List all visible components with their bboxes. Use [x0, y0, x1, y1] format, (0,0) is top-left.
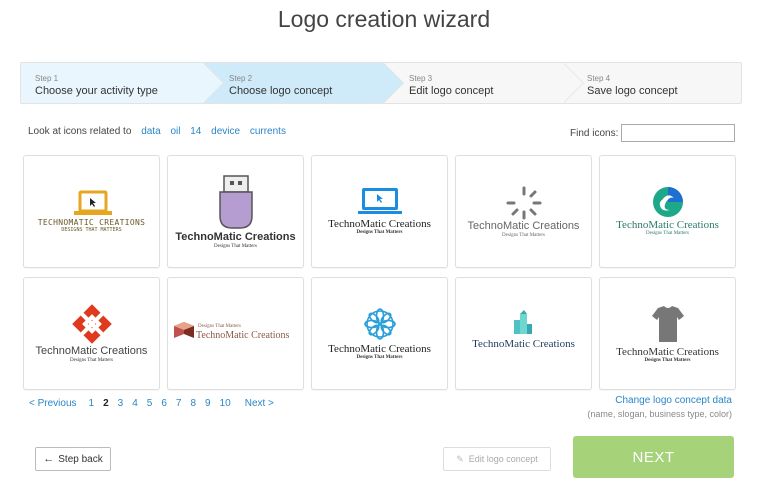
page-link[interactable]: 9 [205, 398, 211, 409]
page-link-current: 2 [103, 398, 109, 409]
target-icon [72, 304, 112, 344]
step-arrow [203, 63, 223, 103]
page-link[interactable]: 6 [161, 398, 167, 409]
step-number: Step 1 [35, 74, 59, 83]
logo-brand: TechnoMatic Creations [328, 343, 431, 355]
step-number: Step 4 [587, 74, 611, 83]
flower-icon [364, 308, 396, 340]
find-icons-input[interactable] [621, 124, 736, 142]
logo-card[interactable]: TechnoMatic Creations Designs That Matte… [599, 277, 736, 390]
logo-card[interactable]: TechnoMatic Creations Designs That Matte… [311, 277, 448, 390]
step-back-button[interactable]: ← Step back [35, 447, 111, 471]
page-link[interactable]: 7 [176, 398, 182, 409]
logo-brand: TechnoMatic Creations [328, 218, 431, 230]
step-back-label: Step back [58, 453, 103, 465]
step-2[interactable]: Step 2 Choose logo concept [203, 63, 404, 103]
related-tag[interactable]: 14 [190, 126, 201, 137]
logo-brand: TechnoMatic Creations [175, 231, 296, 243]
logo-slogan: Designs That Matters [356, 230, 403, 235]
pencil-icon: ✎ [456, 453, 464, 464]
logo-card[interactable]: TechnoMatic Creations [455, 277, 592, 390]
related-tag[interactable]: oil [170, 126, 180, 137]
previous-page-link[interactable]: < Previous [29, 398, 77, 409]
logo-slogan: Designs That Matters [646, 231, 689, 236]
change-concept-data-link[interactable]: Change logo concept data [587, 395, 732, 406]
page-link[interactable]: 10 [220, 398, 231, 409]
step-3[interactable]: Step 3 Edit logo concept [383, 63, 584, 103]
step-name: Edit logo concept [409, 85, 494, 97]
logo-card[interactable]: TechnoMatic Creations Designs That Matte… [599, 155, 736, 268]
logo-grid: TECHNOMATIC CREATIONS DESIGNS THAT MATTE… [23, 155, 736, 390]
monitor-icon [358, 188, 402, 214]
pagination: < Previous 1 2 3 4 5 6 7 8 9 10 Next > [29, 398, 283, 409]
page-link[interactable]: 3 [118, 398, 124, 409]
buildings-icon [514, 310, 532, 334]
logo-card[interactable]: TECHNOMATIC CREATIONS DESIGNS THAT MATTE… [23, 155, 160, 268]
related-icons: Look at icons related to data oil 14 dev… [28, 126, 286, 137]
change-concept-data: Change logo concept data (name, slogan, … [587, 395, 732, 419]
step-name: Choose your activity type [35, 85, 158, 97]
logo-brand: TechnoMatic Creations [467, 220, 580, 232]
wizard-steps: Step 1 Choose your activity type Step 2 … [20, 62, 742, 104]
logo-card[interactable]: Designs That Matters TechnoMatic Creatio… [167, 277, 304, 390]
logo-slogan: DESIGNS THAT MATTERS [61, 227, 122, 233]
logo-brand: TechnoMatic Creations [616, 346, 719, 358]
swirl-icon [653, 187, 683, 217]
step-number: Step 2 [229, 74, 253, 83]
related-tag[interactable]: currents [250, 126, 286, 137]
page-link[interactable]: 1 [89, 398, 95, 409]
logo-slogan: Designs That Matters [214, 244, 257, 249]
find-icons-label: Find icons: [570, 127, 619, 139]
related-label: Look at icons related to [28, 126, 132, 137]
step-1[interactable]: Step 1 Choose your activity type [21, 63, 224, 103]
find-icons: Find icons: [570, 124, 736, 142]
step-arrow [383, 63, 403, 103]
usb-plug-icon [219, 175, 253, 229]
loading-spinner-icon [506, 186, 542, 220]
logo-slogan: Designs That Matters [356, 355, 403, 360]
logo-card[interactable]: TechnoMatic Creations Designs That Matte… [311, 155, 448, 268]
step-4[interactable]: Step 4 Save logo concept [563, 63, 741, 103]
tshirt-icon [652, 306, 684, 342]
laptop-icon [74, 190, 112, 215]
step-number: Step 3 [409, 74, 433, 83]
logo-slogan: Designs That Matters [198, 324, 241, 329]
logo-brand: TechnoMatic Creations [196, 330, 290, 341]
step-name: Save logo concept [587, 85, 678, 97]
page-link[interactable]: 8 [190, 398, 196, 409]
logo-brand: TECHNOMATIC CREATIONS [37, 218, 146, 227]
logo-slogan: Designs That Matters [644, 358, 691, 363]
logo-slogan: Designs That Matters [70, 358, 113, 363]
step-arrow [563, 63, 583, 103]
logo-brand: TechnoMatic Creations [472, 338, 575, 350]
page-title: Logo creation wizard [277, 6, 491, 32]
logo-card[interactable]: TechnoMatic Creations Designs That Matte… [455, 155, 592, 268]
next-page-link[interactable]: Next > [245, 398, 274, 409]
next-button[interactable]: NEXT [573, 436, 734, 478]
edit-logo-concept-button[interactable]: ✎ Edit logo concept [443, 447, 551, 471]
logo-brand: TechnoMatic Creations [35, 345, 148, 357]
page-link[interactable]: 4 [132, 398, 138, 409]
change-concept-data-hint: (name, slogan, business type, color) [587, 409, 732, 419]
arrow-left-icon: ← [43, 453, 55, 465]
related-tag[interactable]: data [141, 126, 160, 137]
logo-card[interactable]: TechnoMatic Creations Designs That Matte… [23, 277, 160, 390]
logo-brand: TechnoMatic Creations [616, 219, 719, 231]
logo-slogan: Designs That Matters [502, 233, 545, 238]
edit-logo-concept-label: Edit logo concept [468, 454, 538, 464]
step-name: Choose logo concept [229, 85, 333, 97]
logo-card[interactable]: TechnoMatic Creations Designs That Matte… [167, 155, 304, 268]
related-tag[interactable]: device [211, 126, 240, 137]
page-link[interactable]: 5 [147, 398, 153, 409]
